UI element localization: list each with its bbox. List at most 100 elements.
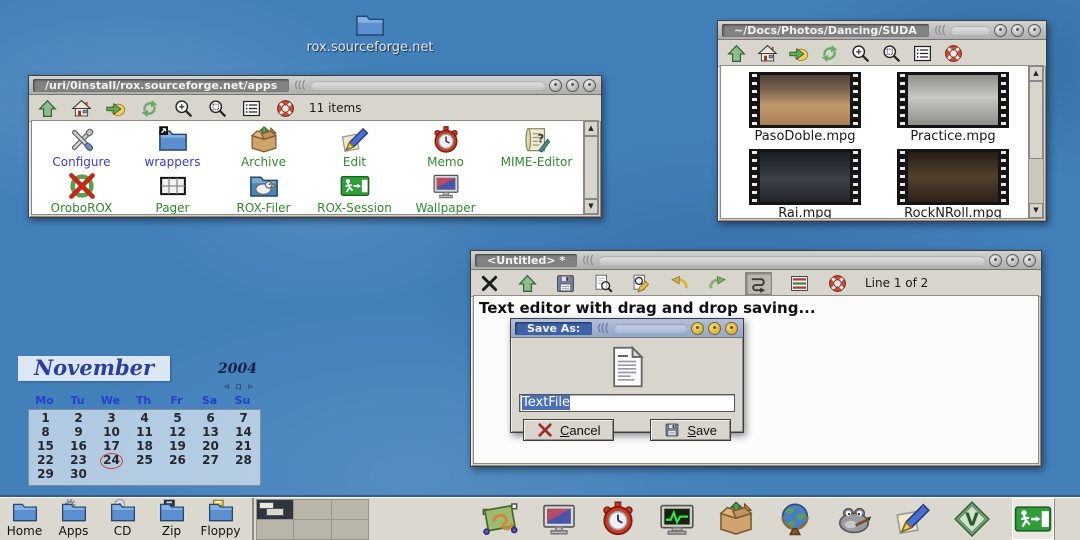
panel-shortcut-home[interactable]: Home <box>0 499 49 537</box>
calendar-day[interactable] <box>161 468 194 482</box>
calendar-day[interactable]: 17 <box>95 440 128 454</box>
close-button[interactable] <box>1028 24 1041 37</box>
panel-launcher-memo[interactable] <box>599 500 637 538</box>
refresh-icon[interactable] <box>819 43 840 64</box>
workspace-cell[interactable] <box>294 500 330 519</box>
file-item[interactable]: OroboROX <box>36 171 127 214</box>
panel-launcher-gimp[interactable] <box>835 500 873 538</box>
file-item[interactable]: Archive <box>218 125 309 169</box>
workspace-cell[interactable] <box>294 520 330 539</box>
line-stripes-icon[interactable] <box>789 273 810 294</box>
refresh-icon[interactable] <box>139 98 160 119</box>
file-item[interactable]: Pager <box>127 171 218 214</box>
calendar-day[interactable]: 13 <box>194 426 227 440</box>
video-file-item[interactable]: RockNRoll.mpg <box>879 147 1027 218</box>
calendar-day[interactable]: 20 <box>194 440 227 454</box>
file-item[interactable]: ROX-Session <box>309 171 400 214</box>
scroll-thumb[interactable] <box>1029 81 1043 159</box>
calendar-day[interactable] <box>128 468 161 482</box>
scroll-track[interactable] <box>584 136 598 199</box>
calendar-day[interactable]: 15 <box>29 440 62 454</box>
panel-launcher-draw[interactable] <box>481 500 519 538</box>
help-icon[interactable] <box>275 98 296 119</box>
calendar-day[interactable]: 24 <box>95 454 128 468</box>
file-item[interactable]: MIME-Editor <box>491 125 582 169</box>
cancel-button[interactable]: Cancel <box>523 419 614 441</box>
up-icon[interactable] <box>517 273 538 294</box>
panel-shortcut-zip[interactable]: Zip <box>147 499 196 537</box>
titlebar-grip[interactable] <box>311 81 545 90</box>
calendar-day[interactable]: 18 <box>128 440 161 454</box>
scrollbar[interactable]: ▲ ▼ <box>1028 66 1043 218</box>
file-item[interactable]: Configure <box>36 125 127 169</box>
panel-launcher-editor[interactable] <box>894 500 932 538</box>
save-button[interactable]: Save <box>650 419 731 441</box>
scroll-track[interactable] <box>1029 81 1043 203</box>
titlebar[interactable]: /uri/0install/rox.sourceforge.net/apps <box>29 76 601 95</box>
word-wrap-icon[interactable] <box>745 272 772 295</box>
calendar-day[interactable]: 9 <box>62 426 95 440</box>
find-replace-icon[interactable] <box>631 273 652 294</box>
file-item[interactable]: Edit <box>309 125 400 169</box>
file-item[interactable]: Wallpaper <box>400 171 491 214</box>
workspace-cell-active[interactable] <box>257 500 293 519</box>
help-icon[interactable] <box>827 273 848 294</box>
close-button[interactable] <box>725 322 738 335</box>
save-icon[interactable] <box>555 273 576 294</box>
calendar-day[interactable]: 14 <box>227 426 260 440</box>
panel-launcher-system-monitor[interactable] <box>658 500 696 538</box>
iconify-button[interactable] <box>989 254 1002 267</box>
calendar-day[interactable]: 22 <box>29 454 62 468</box>
video-file-item[interactable]: PasoDoble.mpg <box>731 70 879 144</box>
desktop-icon-rox-sourceforge[interactable]: rox.sourceforge.net <box>290 10 450 55</box>
calendar-day[interactable] <box>227 468 260 482</box>
calendar-nav[interactable]: ◃ ▫ ▹ <box>15 382 261 394</box>
calendar-day[interactable]: 25 <box>128 454 161 468</box>
calendar-day[interactable]: 6 <box>194 412 227 426</box>
calendar-day[interactable]: 8 <box>29 426 62 440</box>
calendar-day[interactable]: 27 <box>194 454 227 468</box>
calendar-day[interactable]: 19 <box>161 440 194 454</box>
calendar-day[interactable]: 7 <box>227 412 260 426</box>
iconify-button[interactable] <box>691 322 704 335</box>
close-icon[interactable] <box>479 273 500 294</box>
calendar-day[interactable]: 2 <box>62 412 95 426</box>
scrollbar[interactable]: ▲ ▼ <box>583 121 598 214</box>
workspace-cell[interactable] <box>257 520 293 539</box>
scroll-thumb[interactable] <box>584 136 598 199</box>
calendar-day[interactable]: 30 <box>62 468 95 482</box>
video-file-item[interactable]: Rai.mpg <box>731 147 879 218</box>
panel-shortcut-apps[interactable]: Apps <box>49 499 98 537</box>
workspace-cell[interactable] <box>332 500 368 519</box>
up-icon[interactable] <box>726 43 747 64</box>
titlebar-grip[interactable] <box>614 324 687 333</box>
undo-icon[interactable] <box>669 273 690 294</box>
calendar-day[interactable]: 28 <box>227 454 260 468</box>
calendar-day[interactable]: 3 <box>95 412 128 426</box>
up-icon[interactable] <box>37 98 58 119</box>
titlebar-grip[interactable] <box>599 256 985 265</box>
calendar-day[interactable]: 4 <box>128 412 161 426</box>
panel-launcher-archive[interactable] <box>717 500 755 538</box>
file-item[interactable]: Memo <box>400 125 491 169</box>
zoom-in-icon[interactable] <box>173 98 194 119</box>
scroll-down-icon[interactable]: ▼ <box>1029 203 1043 218</box>
calendar-day[interactable] <box>194 468 227 482</box>
panel-shortcut-floppy[interactable]: Floppy <box>196 499 245 537</box>
maximize-button[interactable] <box>1011 24 1024 37</box>
calendar-day[interactable]: 12 <box>161 426 194 440</box>
zoom-normal-icon[interactable] <box>207 98 228 119</box>
panel-launcher-vim[interactable] <box>953 500 991 538</box>
titlebar[interactable]: ~/Docs/Photos/Dancing/SUDA <box>718 21 1046 40</box>
list-view-icon[interactable] <box>241 98 262 119</box>
panel-launcher-wallpaper[interactable] <box>540 500 578 538</box>
maximize-button[interactable] <box>566 79 579 92</box>
workspace-pager[interactable] <box>256 499 369 540</box>
workspace-cell[interactable] <box>332 520 368 539</box>
titlebar[interactable]: Save As: <box>511 319 743 338</box>
panel-launcher-globe[interactable] <box>776 500 814 538</box>
close-button[interactable] <box>1023 254 1036 267</box>
zoom-normal-icon[interactable] <box>881 43 902 64</box>
home-icon[interactable] <box>71 98 92 119</box>
calendar-day[interactable]: 26 <box>161 454 194 468</box>
